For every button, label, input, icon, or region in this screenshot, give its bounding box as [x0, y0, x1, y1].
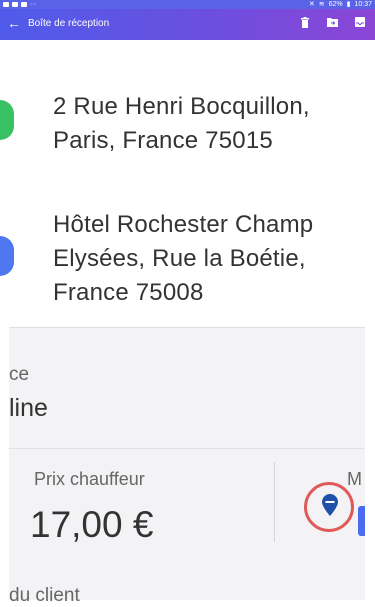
ride-detail: 2 Rue Henri Bocquillon, Paris, France 75…: [0, 40, 375, 606]
email-icon: [12, 2, 18, 7]
toolbar-actions: [300, 17, 365, 28]
pickup-address: 2 Rue Henri Bocquillon, Paris, France 75…: [53, 90, 310, 158]
driver-price-value: 17,00 €: [30, 504, 154, 545]
dropoff-marker: [0, 236, 14, 276]
message-icon: [21, 2, 27, 7]
system-icons: ✕ ≋ 62% ▮ 10:37: [309, 0, 372, 9]
service-value: line: [9, 394, 48, 422]
column-divider: [274, 462, 275, 542]
pickup-marker: [0, 100, 14, 140]
status-bar: ··· ✕ ≋ 62% ▮ 10:37: [0, 0, 375, 9]
pickup-address-line: Paris, France 75015: [53, 127, 273, 154]
wifi-icon: ≋: [318, 1, 325, 8]
client-section-label: du client: [9, 585, 80, 606]
move-folder-icon[interactable]: [327, 17, 338, 27]
service-label: ce: [9, 364, 30, 385]
dropoff-address: Hôtel Rochester Champ Elysées, Rue la Bo…: [53, 208, 313, 310]
mute-icon: ✕: [308, 1, 315, 8]
pickup-address-line: 2 Rue Henri Bocquillon,: [53, 93, 310, 120]
app-bar: ← Boîte de réception: [0, 9, 375, 40]
more-notifications-icon: ···: [30, 1, 37, 8]
secondary-label: M: [347, 469, 362, 489]
action-button-edge[interactable]: [358, 506, 365, 536]
battery-icon: ▮: [346, 1, 351, 8]
back-arrow-icon[interactable]: ←: [7, 16, 21, 30]
clock: 10:37: [354, 1, 372, 8]
inbox-icon[interactable]: [355, 17, 365, 27]
page-title: Boîte de réception: [28, 18, 110, 29]
dropoff-address-line: Hôtel Rochester Champ: [53, 211, 314, 238]
dropoff-address-line: France 75008: [53, 279, 204, 306]
notification-icons: ···: [3, 0, 37, 9]
map-pin-icon[interactable]: [322, 494, 338, 516]
battery-percent: 62%: [328, 1, 343, 8]
trash-icon[interactable]: [300, 17, 310, 28]
dropoff-address-line: Elysées, Rue la Boétie,: [53, 245, 306, 272]
gallery-icon: [3, 2, 9, 7]
driver-price-label: Prix chauffeur: [34, 469, 145, 489]
ride-info-panel: ce line Prix chauffeur 17,00 € M du clie…: [9, 328, 365, 606]
row-divider: [9, 448, 365, 449]
